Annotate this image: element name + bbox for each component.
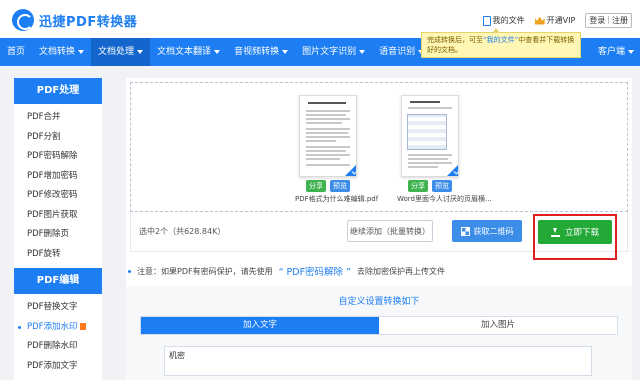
file-actions: 分享 预览 — [295, 180, 361, 192]
auth-box: 登录 | 注册 — [585, 13, 632, 28]
sidebar-item-pdf-split[interactable]: PDF分割 — [14, 128, 102, 148]
file-card[interactable]: 分享 预览 Word里面今人讨厌的页眉横... — [397, 95, 492, 204]
selection-summary: 选中2个（共628.84K） — [139, 227, 226, 236]
tab-add-image[interactable]: 加入图片 — [379, 317, 617, 334]
file-name: PDF格式为什么难编辑.pdf — [295, 195, 379, 203]
sidebar-item-pdf-add-password[interactable]: PDF增加密码 — [14, 167, 102, 187]
sidebar-item-pdf-add-watermark[interactable]: PDF添加水印 — [14, 318, 102, 338]
sidebar-item-pdf-remove-watermark[interactable]: PDF删除水印 — [14, 337, 102, 357]
nav-label: 文档文本翻译 — [157, 47, 212, 57]
caret-down-icon — [78, 50, 85, 54]
nav-label: 音视频转换 — [234, 47, 280, 57]
nav-label: 首页 — [7, 47, 26, 57]
my-files-link[interactable]: 我的文件 — [482, 15, 525, 26]
password-note: 注意：如果PDF有密码保护，请先使用 “ PDF密码解除 ” 去除加密保护再上传… — [128, 264, 445, 278]
download-icon — [550, 227, 560, 237]
nav-label: 客户端 — [597, 47, 625, 57]
nav-label: 图片文字识别 — [302, 47, 357, 57]
selected-check-icon[interactable] — [343, 160, 356, 176]
caret-down-icon — [214, 50, 221, 54]
nav-label: 文档处理 — [98, 47, 135, 57]
watermark-text-input[interactable]: 机密 — [164, 346, 592, 376]
share-button[interactable]: 分享 — [306, 180, 326, 192]
auth-separator: | — [607, 15, 610, 24]
tab-add-text[interactable]: 加入文字 — [141, 317, 379, 334]
download-label: 立即下载 — [564, 228, 599, 238]
sidebar-item-pdf-delete-pages[interactable]: PDF删除页 — [14, 225, 102, 245]
nav-label: 文档转换 — [39, 47, 76, 57]
note-prefix: 注意：如果PDF有密码保护，请先使用 — [137, 266, 273, 276]
action-bar: 选中2个（共628.84K） 继续添加（批量转换） 获取二维码 立即下载 — [130, 212, 628, 260]
sidebar-heading-pdf-edit: PDF编辑 — [14, 268, 102, 294]
sidebar-item-pdf-add-text[interactable]: PDF添加文字 — [14, 357, 102, 377]
bullet-icon — [128, 269, 131, 273]
vip-link[interactable]: 开通VIP — [534, 15, 576, 26]
file-thumbnail — [401, 95, 459, 177]
file-card[interactable]: 分享 预览 PDF格式为什么难编辑.pdf — [295, 95, 379, 204]
table-preview — [407, 114, 447, 150]
file-actions: 分享 预览 — [397, 180, 463, 192]
nav-item-doc-convert[interactable]: 文档转换 — [32, 38, 91, 66]
caret-down-icon — [282, 50, 289, 54]
nav-label: 语音识别 — [379, 47, 416, 57]
sidebar-list: PDF替换文字 PDF添加水印 PDF删除水印 PDF添加文字 — [14, 294, 102, 380]
tooltip-text-before: 完成转换后，可至 — [427, 36, 483, 44]
upload-zone[interactable]: 分享 预览 PDF格式为什么难编辑.pdf 分享 预览 Word里面今人讨厌的页… — [130, 82, 628, 212]
caret-down-icon — [628, 50, 634, 54]
pdf-unlock-link[interactable]: “ PDF密码解除 ” — [279, 264, 351, 278]
share-button[interactable]: 分享 — [408, 180, 428, 192]
nav-item-client[interactable]: 客户端 — [598, 38, 634, 66]
sidebar: PDF处理 PDF合并 PDF分割 PDF密码解除 PDF增加密码 PDF修改密… — [14, 78, 102, 380]
nav-item-ocr[interactable]: 图片文字识别 — [295, 38, 372, 66]
preview-button[interactable]: 预览 — [330, 180, 350, 192]
nav-item-home[interactable]: 首页 — [0, 38, 32, 66]
top-right-links: 我的文件 开通VIP 登录 | 注册 — [482, 13, 632, 28]
sidebar-item-pdf-merge[interactable]: PDF合并 — [14, 108, 102, 128]
my-files-tooltip: 完成转换后，可至“我的文件”中查看并下载转换好的文档。 — [421, 28, 581, 58]
note-suffix: 去除加密保护再上传文件 — [357, 266, 445, 276]
sidebar-item-label: PDF添加水印 — [27, 321, 78, 332]
sidebar-item-pdf-replace-text[interactable]: PDF替换文字 — [14, 298, 102, 318]
crown-icon — [534, 16, 545, 25]
hot-badge-icon — [79, 322, 86, 330]
sidebar-list: PDF合并 PDF分割 PDF密码解除 PDF增加密码 PDF修改密码 PDF图… — [14, 104, 102, 268]
logo[interactable]: 迅捷PDF转换器 — [12, 9, 137, 31]
nav-item-av-convert[interactable]: 音视频转换 — [227, 38, 295, 66]
continue-add-button[interactable]: 继续添加（批量转换） — [347, 220, 433, 242]
vip-label: 开通VIP — [546, 16, 576, 25]
get-qrcode-button[interactable]: 获取二维码 — [452, 220, 522, 242]
download-button[interactable]: 立即下载 — [538, 220, 612, 244]
caret-down-icon — [137, 50, 144, 54]
my-files-label: 我的文件 — [492, 16, 525, 25]
sidebar-heading-pdf-process: PDF处理 — [14, 78, 102, 104]
file-name: Word里面今人讨厌的页眉横... — [397, 195, 492, 203]
tooltip-highlight: “我的文件” — [483, 36, 519, 44]
login-link[interactable]: 登录 — [589, 15, 605, 26]
sidebar-item-pdf-extract-images[interactable]: PDF图片获取 — [14, 206, 102, 226]
logo-icon — [12, 9, 34, 31]
register-link[interactable]: 注册 — [612, 15, 628, 26]
nav-item-doc-process[interactable]: 文档处理 — [91, 38, 151, 66]
caret-down-icon — [359, 50, 366, 54]
sidebar-item-pdf-change-password[interactable]: PDF修改密码 — [14, 186, 102, 206]
qrcode-label: 获取二维码 — [473, 226, 514, 236]
file-thumbnail — [299, 95, 357, 177]
qrcode-icon — [460, 226, 470, 236]
continue-add-label: 继续添加（批量转换） — [350, 226, 430, 236]
settings-title: 自定义设置转换如下 — [338, 297, 420, 307]
settings-panel: 自定义设置转换如下 加入文字 加入图片 机密 — [126, 286, 632, 380]
settings-tabs: 加入文字 加入图片 — [140, 316, 618, 335]
preview-button[interactable]: 预览 — [432, 180, 452, 192]
nav-item-translate[interactable]: 文档文本翻译 — [150, 38, 227, 66]
document-icon — [482, 15, 491, 26]
logo-text: 迅捷PDF转换器 — [39, 14, 138, 30]
sidebar-item-pdf-rotate[interactable]: PDF旋转 — [14, 245, 102, 265]
sidebar-item-pdf-unlock[interactable]: PDF密码解除 — [14, 147, 102, 167]
